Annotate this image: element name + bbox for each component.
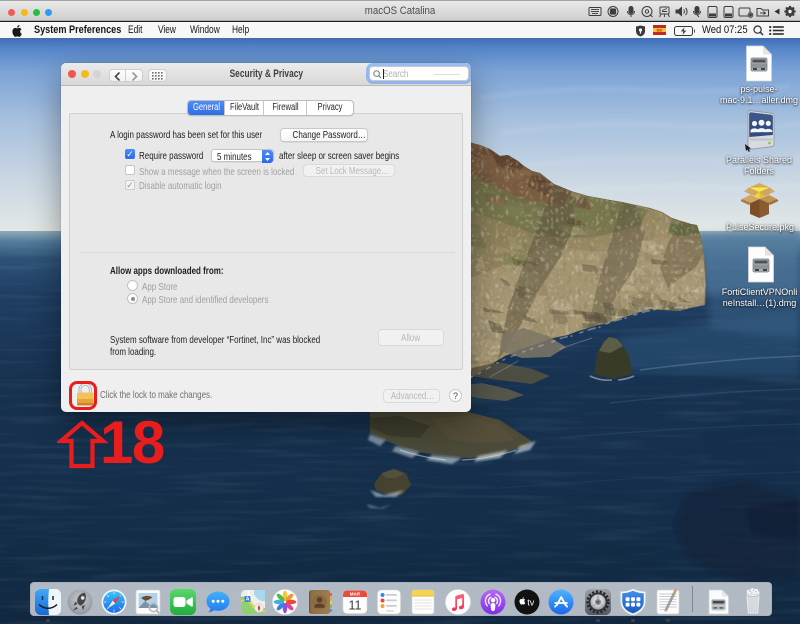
svg-text:A: A <box>245 597 249 603</box>
svg-text:MAR: MAR <box>350 591 361 596</box>
svg-text:11: 11 <box>349 599 362 613</box>
svg-text:tv: tv <box>527 598 535 608</box>
svg-text:ISO: ISO <box>657 28 663 32</box>
